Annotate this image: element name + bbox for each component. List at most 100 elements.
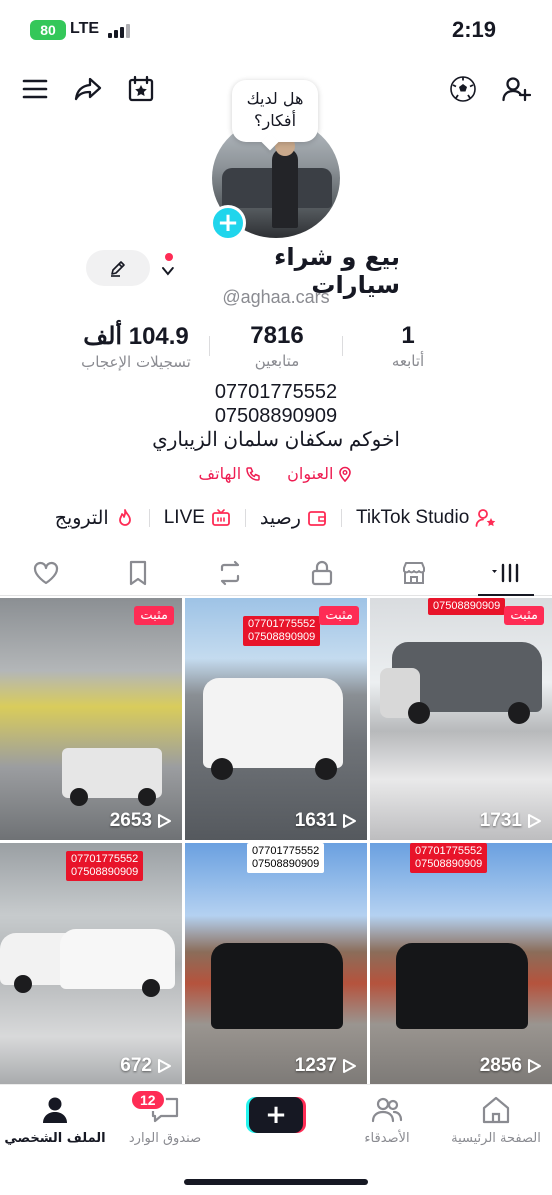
- studio-label: TikTok Studio: [355, 507, 470, 528]
- wallet-icon: [308, 511, 326, 526]
- address-link[interactable]: العنوان: [287, 464, 353, 483]
- clock: 2:19: [451, 17, 496, 42]
- play-icon: [158, 814, 171, 828]
- creator-tools: الترويج LIVE رصيد TikTok Studio: [0, 500, 552, 536]
- edit-profile-button[interactable]: [86, 250, 150, 286]
- following-label: أتابعه: [391, 352, 425, 370]
- nav-home-label: الصفحة الرئيسية: [451, 1131, 541, 1146]
- location-pin-icon: [339, 466, 352, 482]
- add-friend-icon[interactable]: [498, 71, 534, 107]
- play-icon: [528, 814, 541, 828]
- tab-shop[interactable]: [368, 550, 460, 595]
- tab-videos[interactable]: [460, 550, 552, 596]
- video-thumbnail[interactable]: 07701775552 07508890909 1237: [185, 843, 367, 1085]
- play-icon: [528, 1059, 541, 1073]
- signal-icon: [108, 24, 130, 38]
- bottom-nav: الصفحة الرئيسية الأصدقاء + صندوق الوارد …: [0, 1084, 552, 1195]
- pinned-badge: مثبت: [319, 606, 359, 625]
- likes-stat[interactable]: 104.9 ألف تسجيلات الإعجاب: [66, 322, 206, 371]
- add-story-icon[interactable]: +: [210, 205, 246, 241]
- pinned-badge: مثبت: [504, 606, 544, 625]
- menu-icon[interactable]: [17, 71, 53, 107]
- tv-icon: [212, 509, 230, 526]
- phone-label: الهاتف: [198, 464, 242, 483]
- phone-overlay: 07701775552 07508890909: [243, 616, 321, 646]
- view-count: 2856: [480, 1055, 542, 1077]
- likes-count: 104.9 ألف: [83, 323, 189, 350]
- phone-overlay: 07701775552 07508890909: [66, 851, 144, 881]
- followers-count: 7816: [250, 322, 304, 349]
- view-count: 1631: [295, 810, 357, 832]
- followers-stat[interactable]: 7816 متابعين: [222, 322, 332, 370]
- network-label: LTE: [70, 20, 100, 37]
- bookmark-icon: [129, 560, 147, 585]
- view-count: 672: [120, 1055, 172, 1077]
- play-icon: [343, 814, 356, 828]
- shop-icon: [403, 561, 425, 584]
- calendar-star-icon[interactable]: [123, 71, 159, 107]
- following-count: 1: [401, 322, 415, 349]
- view-count: 2653: [110, 810, 172, 832]
- pinned-badge: مثبت: [134, 606, 174, 625]
- pencil-icon: [111, 261, 125, 277]
- view-count: 1237: [295, 1055, 357, 1077]
- tab-favorites[interactable]: [92, 550, 184, 595]
- username: @aghaa.cars: [222, 287, 330, 307]
- bio-line-2: 07508890909: [214, 405, 338, 427]
- nav-inbox-label: صندوق الوارد: [128, 1131, 202, 1146]
- video-thumbnail[interactable]: 07701775552 07508890909 672: [0, 843, 182, 1085]
- promote-tool[interactable]: الترويج: [55, 507, 135, 530]
- status-bar: 80 LTE 2:19: [0, 0, 552, 60]
- tool-divider: [244, 509, 246, 527]
- nav-friends[interactable]: الأصدقاء: [332, 1093, 442, 1146]
- nav-profile[interactable]: الملف الشخصي: [0, 1093, 110, 1146]
- repost-icon: [220, 560, 240, 585]
- live-tool[interactable]: LIVE: [164, 507, 231, 529]
- create-button[interactable]: +: [249, 1097, 303, 1133]
- contact-links: العنوان الهاتف: [0, 464, 552, 483]
- nav-home[interactable]: الصفحة الرئيسية: [441, 1093, 551, 1146]
- play-icon: [343, 1059, 356, 1073]
- tab-private[interactable]: [276, 550, 368, 595]
- video-thumbnail[interactable]: 07508890909 مثبت 1731: [370, 598, 552, 840]
- ideas-bubble[interactable]: هل لديك أفكار؟: [232, 80, 318, 142]
- heart-icon: [33, 561, 59, 584]
- nav-friends-label: الأصدقاء: [364, 1131, 410, 1146]
- view-count: 1731: [480, 810, 542, 832]
- tool-divider: [148, 509, 150, 527]
- promote-label: الترويج: [54, 507, 109, 529]
- following-stat[interactable]: 1 أتابعه: [358, 322, 458, 370]
- studio-tool[interactable]: TikTok Studio: [356, 507, 497, 529]
- soccer-ball-icon[interactable]: [445, 71, 481, 107]
- video-thumbnail[interactable]: 07701775552 07508890909 2856: [370, 843, 552, 1085]
- home-indicator: [184, 1179, 368, 1185]
- tab-reposts[interactable]: [184, 550, 276, 595]
- video-thumbnail[interactable]: 07701775552 07508890909 مثبت 1631: [185, 598, 367, 840]
- tab-liked[interactable]: [0, 550, 92, 595]
- stat-divider: [209, 336, 210, 356]
- likes-label: تسجيلات الإعجاب: [81, 353, 191, 371]
- balance-tool[interactable]: رصيد: [260, 507, 327, 530]
- share-icon[interactable]: [70, 71, 106, 107]
- content-tabs: [0, 550, 552, 596]
- bio-line-1: 07701775552: [214, 381, 338, 403]
- account-switcher[interactable]: بيع و شراء سيارات: [160, 243, 400, 299]
- play-icon: [158, 1059, 171, 1073]
- video-thumbnail[interactable]: مثبت 2653: [0, 598, 182, 840]
- plus-icon: +: [265, 1100, 287, 1130]
- nav-profile-label: الملف الشخصي: [4, 1131, 106, 1146]
- phone-link[interactable]: الهاتف: [199, 464, 262, 483]
- bio-line-3: اخوكم سكفان سلمان الزيباري: [152, 429, 400, 451]
- battery-indicator: 80: [30, 20, 66, 40]
- live-label: LIVE: [163, 507, 205, 528]
- profile-icon: [43, 1097, 67, 1123]
- friends-icon: [371, 1097, 403, 1123]
- address-label: العنوان: [287, 464, 334, 483]
- creator-star-icon: [475, 509, 496, 527]
- inbox-badge: 12: [130, 1089, 166, 1111]
- balance-label: رصيد: [259, 507, 301, 529]
- chevron-down-icon: [161, 267, 174, 276]
- stat-divider: [342, 336, 343, 356]
- phone-icon: [246, 466, 260, 481]
- grid-columns-icon: [492, 563, 519, 582]
